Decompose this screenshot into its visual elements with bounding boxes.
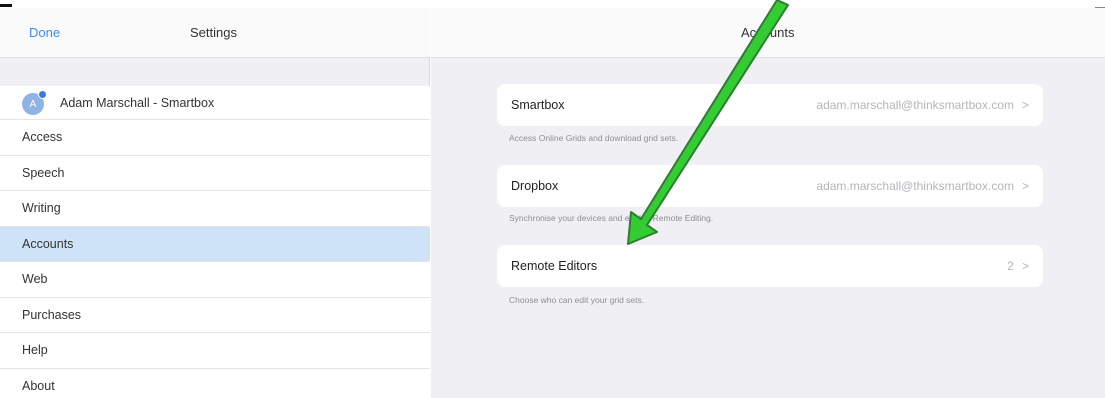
accounts-header: Accounts — [431, 8, 1105, 58]
profile-row[interactable]: A Adam Marschall - Smartbox — [0, 86, 430, 120]
page-title: Accounts — [741, 25, 795, 40]
sidebar-item-accounts[interactable]: Accounts — [0, 226, 430, 262]
smartbox-label: Smartbox — [511, 98, 565, 112]
smartbox-account-row[interactable]: Smartbox adam.marschall@thinksmartbox.co… — [497, 84, 1043, 126]
sidebar-item-label: Web — [22, 272, 48, 287]
done-button[interactable]: Done — [29, 25, 60, 40]
sidebar-header: Done Settings — [0, 8, 430, 58]
sidebar-title: Settings — [190, 25, 237, 40]
dropbox-account-row[interactable]: Dropbox adam.marschall@thinksmartbox.com… — [497, 165, 1043, 207]
settings-sidebar: Done Settings A Adam Marschall - Smartbo… — [0, 8, 430, 398]
settings-window: Done Settings A Adam Marschall - Smartbo… — [0, 0, 1105, 398]
remote-editors-count: 2 — [1007, 259, 1014, 273]
sidebar-item-speech[interactable]: Speech — [0, 156, 430, 191]
chevron-right-icon: > — [1021, 259, 1029, 273]
sidebar-item-label: Speech — [22, 165, 65, 180]
dropbox-caption: Synchronise your devices and enable Remo… — [509, 213, 714, 223]
chevron-right-icon: > — [1021, 179, 1029, 193]
sidebar-item-web[interactable]: Web — [0, 262, 430, 298]
sidebar-item-access[interactable]: Access — [0, 120, 430, 156]
sidebar-item-label: About — [22, 379, 55, 394]
sidebar-item-about[interactable]: About — [0, 369, 430, 398]
settings-menu: A Adam Marschall - Smartbox Access Speec… — [0, 86, 430, 398]
accounts-panel: Accounts Smartbox adam.marschall@thinksm… — [431, 8, 1105, 398]
sidebar-item-writing[interactable]: Writing — [0, 191, 430, 227]
sidebar-item-label: Accounts — [22, 236, 74, 251]
remote-editors-row[interactable]: Remote Editors 2 > — [497, 245, 1043, 287]
avatar-badge-icon — [38, 90, 47, 99]
remote-editors-caption: Choose who can edit your grid sets. — [509, 295, 645, 305]
dropbox-label: Dropbox — [511, 179, 559, 193]
sidebar-item-label: Help — [22, 343, 48, 358]
chevron-right-icon: > — [1021, 98, 1029, 112]
sidebar-item-purchases[interactable]: Purchases — [0, 298, 430, 333]
smartbox-caption: Access Online Grids and download grid se… — [509, 133, 679, 143]
dropbox-email: adam.marschall@thinksmartbox.com — [816, 179, 1014, 193]
remote-editors-label: Remote Editors — [511, 259, 598, 273]
window-top-edge — [0, 0, 1105, 9]
smartbox-email: adam.marschall@thinksmartbox.com — [816, 98, 1014, 112]
sidebar-item-help[interactable]: Help — [0, 333, 430, 369]
window-corner-left — [0, 4, 12, 7]
sidebar-item-label: Writing — [22, 201, 61, 216]
profile-name: Adam Marschall - Smartbox — [60, 95, 215, 110]
sidebar-item-label: Access — [22, 130, 63, 145]
sidebar-item-label: Purchases — [22, 307, 82, 322]
